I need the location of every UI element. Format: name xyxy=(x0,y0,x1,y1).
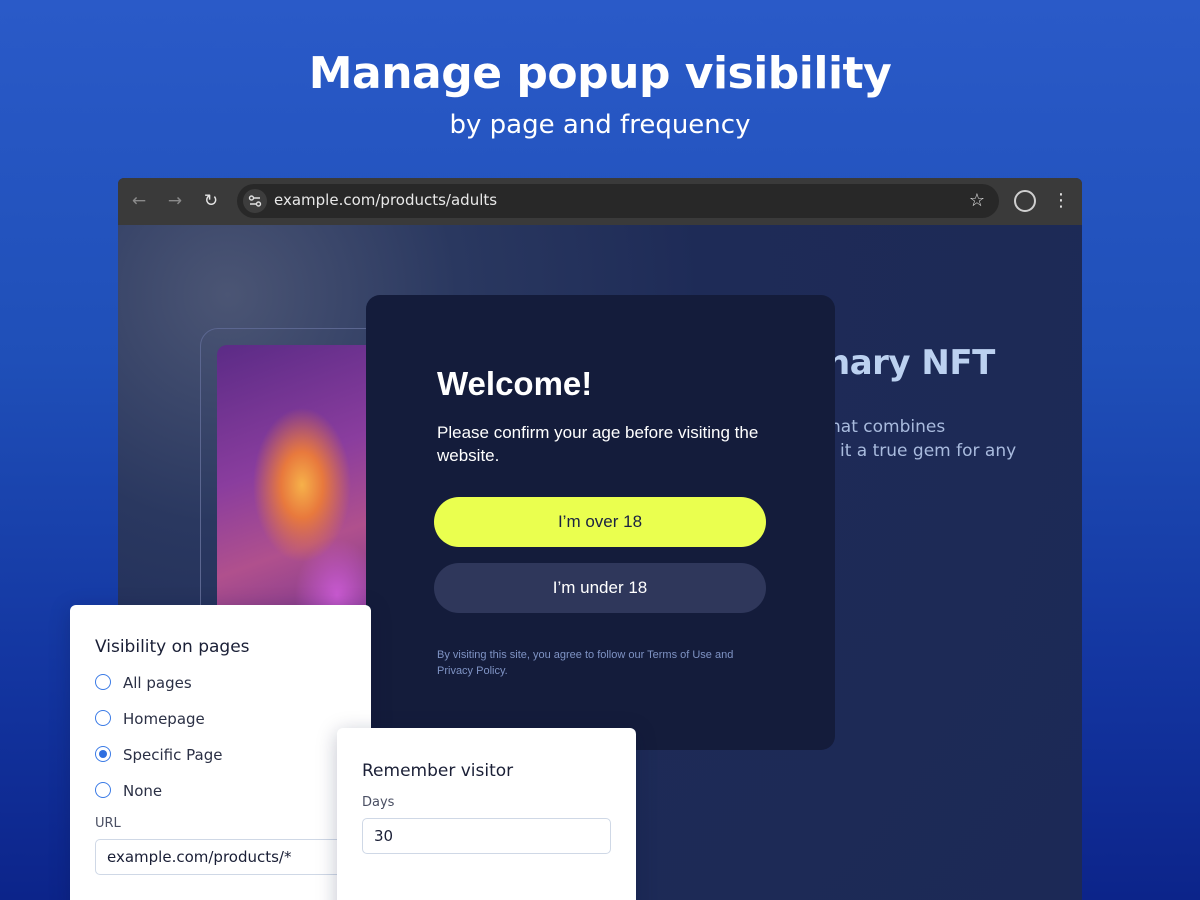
visibility-panel-title: Visibility on pages xyxy=(95,637,250,657)
browser-toolbar: ← → ↻ example.com/products/adults ☆ ⋮ xyxy=(118,178,1082,225)
over-18-button[interactable]: I’m over 18 xyxy=(434,497,766,547)
nft-artwork-image xyxy=(217,345,377,645)
star-icon[interactable]: ☆ xyxy=(969,189,985,213)
radio-button[interactable] xyxy=(95,674,111,690)
profile-icon[interactable] xyxy=(1014,190,1036,212)
back-arrow-icon[interactable]: ← xyxy=(128,190,150,212)
page-text-line-1: hat combines xyxy=(830,417,946,437)
age-verification-modal: Welcome! Please confirm your age before … xyxy=(366,295,835,750)
page-heading: nary NFT xyxy=(826,343,995,383)
reload-icon[interactable]: ↻ xyxy=(200,190,222,212)
modal-message: Please confirm your age before visiting … xyxy=(437,423,759,465)
radio-label: None xyxy=(123,782,163,800)
visibility-panel: Visibility on pages All pages Homepage S… xyxy=(70,605,371,900)
modal-title: Welcome! xyxy=(437,365,593,402)
radio-label: Specific Page xyxy=(123,746,223,764)
radio-label: All pages xyxy=(123,674,192,692)
headline: Manage popup visibility xyxy=(308,48,892,99)
address-bar[interactable]: example.com/products/adults ☆ xyxy=(237,184,999,218)
url-field-label: URL xyxy=(95,816,121,831)
days-input[interactable] xyxy=(362,818,611,854)
radio-button-selected[interactable] xyxy=(95,746,111,762)
under-18-button[interactable]: I’m under 18 xyxy=(434,563,766,613)
subheadline: by page and frequency xyxy=(449,110,751,140)
site-settings-icon[interactable] xyxy=(243,189,267,213)
page-text-line-2: it a true gem for any xyxy=(840,441,1017,461)
kebab-menu-icon[interactable]: ⋮ xyxy=(1052,190,1070,212)
days-field-label: Days xyxy=(362,795,395,810)
url-text[interactable]: example.com/products/adults xyxy=(274,191,497,209)
legal-notice: By visiting this site, you agree to foll… xyxy=(437,649,734,677)
radio-label: Homepage xyxy=(123,710,205,728)
radio-button[interactable] xyxy=(95,782,111,798)
url-input[interactable] xyxy=(95,839,355,875)
remember-panel-title: Remember visitor xyxy=(362,761,514,781)
remember-visitor-panel: Remember visitor Days xyxy=(337,728,636,900)
radio-button[interactable] xyxy=(95,710,111,726)
forward-arrow-icon[interactable]: → xyxy=(164,190,186,212)
